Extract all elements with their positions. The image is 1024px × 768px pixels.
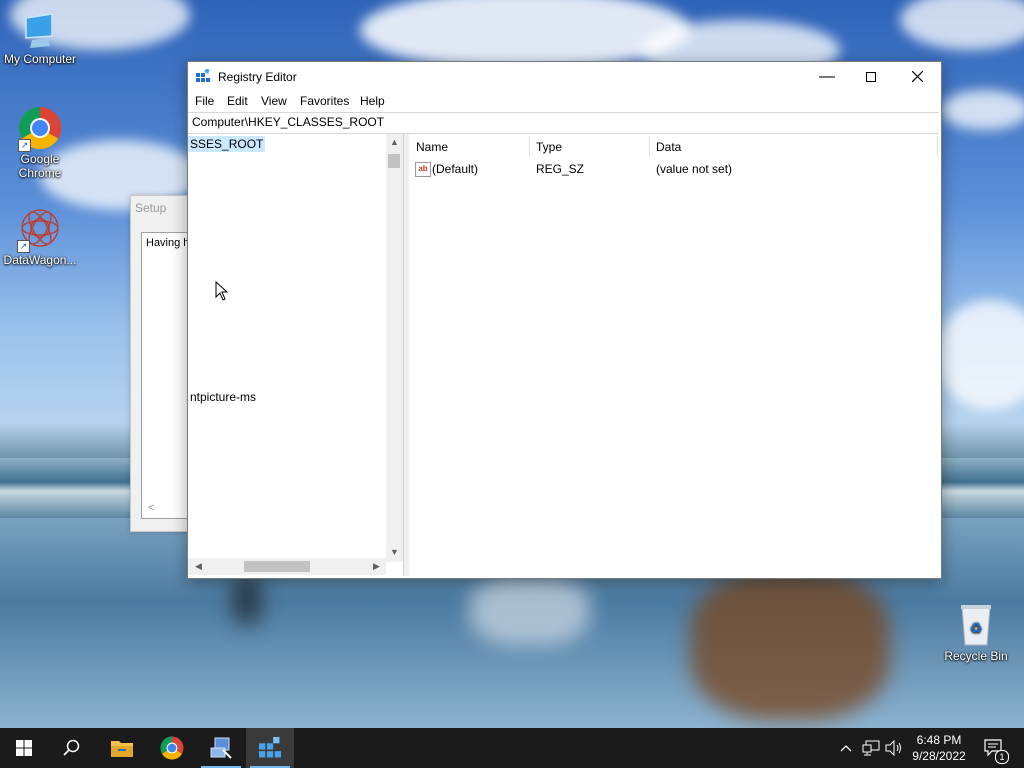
windows-logo-icon bbox=[16, 740, 32, 756]
mouse-cursor-icon bbox=[215, 281, 229, 301]
chrome-icon bbox=[160, 736, 184, 760]
desktop-icon-label: Google Chrome bbox=[18, 152, 62, 180]
desktop-icon-label: My Computer bbox=[3, 52, 77, 66]
taskbar-clock[interactable]: 6:48 PM 9/28/2022 bbox=[906, 732, 972, 764]
menu-help[interactable]: Help bbox=[360, 94, 385, 108]
desktop-icon-datawagon[interactable]: ↗ DataWagon... bbox=[0, 205, 80, 267]
minimize-button[interactable]: — bbox=[804, 62, 850, 91]
column-header-data[interactable]: Data bbox=[656, 138, 681, 156]
volume-icon bbox=[885, 740, 901, 756]
tree-item-hkey-classes-root[interactable]: SSES_ROOT bbox=[188, 136, 266, 152]
maximize-button[interactable] bbox=[848, 62, 894, 91]
column-header-type[interactable]: Type bbox=[536, 138, 562, 156]
datawagon-icon: ↗ bbox=[17, 205, 63, 253]
menu-file[interactable]: File bbox=[195, 94, 214, 108]
chevron-up-icon bbox=[840, 745, 852, 752]
taskbar-registry-editor[interactable] bbox=[246, 728, 294, 768]
scrollbar-thumb[interactable] bbox=[244, 561, 310, 572]
scroll-right-icon[interactable]: ▶ bbox=[368, 558, 385, 575]
registry-editor-icon bbox=[259, 737, 281, 758]
shortcut-arrow-icon: ↗ bbox=[18, 139, 31, 152]
value-name: (Default) bbox=[432, 162, 479, 176]
menu-favorites[interactable]: Favorites bbox=[300, 94, 349, 108]
column-divider[interactable] bbox=[649, 136, 650, 156]
value-data: (value not set) bbox=[656, 162, 733, 176]
setup-text: Having h bbox=[146, 237, 190, 249]
registry-editor-icon bbox=[196, 68, 210, 83]
address-input[interactable] bbox=[192, 115, 892, 129]
desktop-icon-label: Recycle Bin bbox=[944, 649, 1008, 663]
monitor-icon bbox=[20, 10, 60, 50]
registry-editor-window[interactable]: Registry Editor — File Edit View Favorit… bbox=[187, 61, 942, 579]
values-list-pane[interactable]: Name Type Data ab (Default) REG_SZ (valu… bbox=[409, 134, 939, 576]
key-tree-pane[interactable]: SSES_ROOT ntpicture-ms ▲ ▼ ◀ ▶ bbox=[188, 134, 403, 576]
taskbar-file-explorer[interactable] bbox=[98, 728, 146, 768]
title-bar[interactable]: Registry Editor — bbox=[188, 62, 941, 91]
desktop-icon-google-chrome[interactable]: ↗ Google Chrome bbox=[0, 106, 80, 180]
menu-edit[interactable]: Edit bbox=[227, 94, 248, 108]
scroll-up-icon[interactable]: ▲ bbox=[386, 134, 403, 151]
shortcut-arrow-icon: ↗ bbox=[17, 240, 30, 253]
setup-installer-icon bbox=[210, 737, 232, 759]
maximize-icon bbox=[866, 72, 876, 82]
value-type: REG_SZ bbox=[536, 162, 585, 176]
network-icon bbox=[862, 740, 880, 756]
search-icon bbox=[63, 739, 80, 756]
close-button[interactable] bbox=[894, 62, 940, 91]
desktop-icon-label: DataWagon... bbox=[3, 253, 77, 267]
scroll-down-icon[interactable]: ▼ bbox=[386, 544, 403, 561]
network-tray-button[interactable] bbox=[860, 728, 882, 768]
string-value-icon: ab bbox=[415, 162, 431, 177]
show-hidden-icons-button[interactable] bbox=[836, 728, 856, 768]
tree-horizontal-scrollbar[interactable]: ◀ ▶ bbox=[188, 558, 386, 575]
recycle-bin-icon: ♻ bbox=[956, 603, 996, 647]
folder-icon bbox=[111, 741, 133, 757]
taskbar-setup[interactable] bbox=[197, 728, 245, 768]
svg-text:♻: ♻ bbox=[970, 621, 983, 637]
taskbar: 6:48 PM 9/28/2022 1 bbox=[0, 728, 1024, 768]
scrollbar-thumb[interactable] bbox=[388, 154, 400, 168]
chrome-icon: ↗ bbox=[18, 106, 62, 152]
clock-time: 6:48 PM bbox=[916, 733, 962, 747]
scroll-left-icon[interactable]: < bbox=[148, 502, 154, 514]
table-row[interactable]: ab (Default) REG_SZ (value not set) bbox=[409, 160, 939, 178]
column-header-name[interactable]: Name bbox=[416, 138, 448, 156]
search-button[interactable] bbox=[48, 728, 96, 768]
clock-date: 9/28/2022 bbox=[912, 749, 966, 763]
menu-bar: File Edit View Favorites Help bbox=[188, 91, 941, 111]
notification-badge: 1 bbox=[995, 750, 1009, 764]
start-button[interactable] bbox=[0, 728, 48, 768]
close-icon bbox=[911, 70, 923, 83]
desktop-icon-recycle-bin[interactable]: ♻ Recycle Bin bbox=[936, 603, 1016, 663]
tree-item-ntpicture-ms[interactable]: ntpicture-ms bbox=[190, 390, 256, 404]
scroll-left-icon[interactable]: ◀ bbox=[190, 558, 207, 575]
tree-item-label: ntpicture-ms bbox=[190, 390, 257, 404]
window-title: Registry Editor bbox=[218, 70, 297, 84]
action-center-button[interactable]: 1 bbox=[980, 728, 1010, 768]
volume-tray-button[interactable] bbox=[884, 728, 904, 768]
column-divider[interactable] bbox=[529, 136, 530, 156]
address-bar[interactable] bbox=[188, 112, 939, 134]
column-divider[interactable] bbox=[937, 136, 938, 156]
tree-vertical-scrollbar[interactable]: ▲ ▼ bbox=[386, 134, 403, 562]
desktop-icon-my-computer[interactable]: My Computer bbox=[0, 10, 80, 66]
menu-view[interactable]: View bbox=[261, 94, 287, 108]
tree-item-label: SSES_ROOT bbox=[188, 136, 266, 152]
taskbar-chrome[interactable] bbox=[148, 728, 196, 768]
